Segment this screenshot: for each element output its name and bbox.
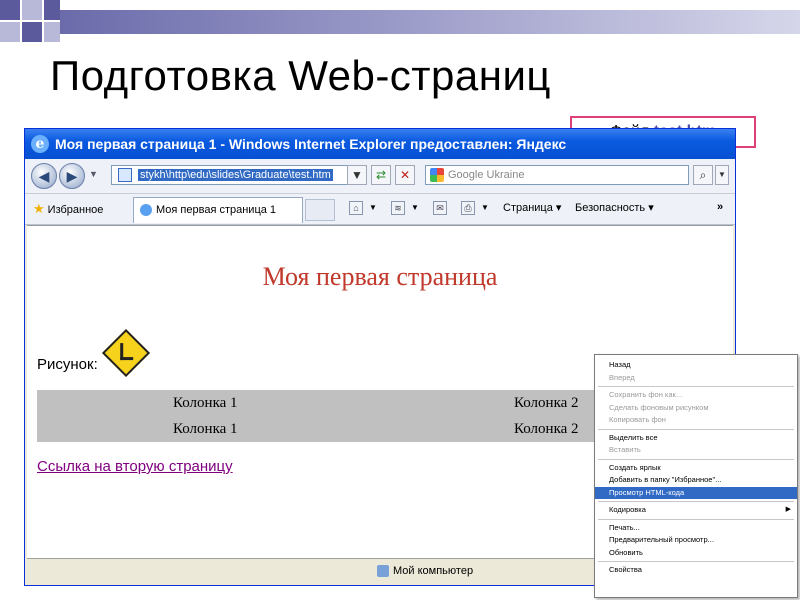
command-bar: ★ Избранное Моя первая страница 1 ⌂ ▼ ≋ ▼…: [25, 194, 735, 225]
stop-button[interactable]: ✕: [395, 165, 415, 185]
page-icon: [118, 168, 132, 183]
back-button[interactable]: ◀: [31, 163, 57, 189]
figure-label: Рисунок:: [37, 356, 98, 373]
forward-button[interactable]: ▶: [59, 163, 85, 189]
context-menu-item[interactable]: Свойства: [595, 564, 797, 577]
context-menu-item-label: Печать...: [609, 522, 640, 532]
context-menu-item[interactable]: Выделить все: [595, 432, 797, 445]
context-menu-item-label: Сделать фоновым рисунком: [609, 402, 709, 412]
menu-separator: [598, 501, 794, 502]
search-button[interactable]: ⌕: [693, 165, 713, 185]
home-dropdown-icon[interactable]: ▼: [369, 203, 377, 212]
deco-square: [44, 0, 60, 20]
search-options-button[interactable]: ▼: [715, 165, 729, 185]
context-menu-item-label: Добавить в папку "Избранное"...: [609, 475, 722, 484]
feeds-icon[interactable]: ≋: [391, 201, 405, 215]
context-menu-item: Копировать фон: [595, 414, 797, 427]
refresh-button[interactable]: ⇄: [371, 165, 391, 185]
context-menu-item: Вставить: [595, 444, 797, 457]
context-menu-item-label: Предварительный просмотр...: [609, 535, 714, 544]
context-menu: Назад Вперед Сохранить фон как... Сделать ф…: [594, 354, 798, 598]
menu-separator: [598, 428, 794, 430]
context-menu-item[interactable]: Обновить: [595, 547, 797, 560]
submenu-arrow-icon: ▶: [785, 506, 791, 513]
context-menu-item-label: Обновить: [609, 547, 643, 557]
context-menu-item-label: Сохранить фон как...: [609, 390, 683, 399]
context-menu-item: Сделать фоновым рисунком: [595, 402, 797, 415]
address-bar[interactable]: stykh\http\edu\slides\Graduate\test.htm: [111, 165, 365, 185]
table-cell: Колонка 1: [173, 394, 238, 411]
context-menu-item-label: Кодировка: [609, 505, 646, 514]
deco-square: [0, 0, 20, 20]
security-menu[interactable]: Безопасность ▾: [575, 201, 654, 214]
context-menu-item: Вперед: [595, 372, 797, 385]
address-dropdown-button[interactable]: ▼: [347, 165, 367, 185]
context-menu-item[interactable]: Добавить в папку "Избранное"...: [595, 474, 797, 487]
context-menu-item[interactable]: Назад: [595, 359, 797, 372]
google-icon: [430, 168, 444, 183]
context-menu-item[interactable]: Создать ярлык: [595, 462, 797, 475]
context-menu-item-label: Вставить: [609, 445, 641, 454]
context-menu-item-label: Копировать фон: [609, 415, 666, 424]
deco-square: [22, 22, 42, 42]
page-menu-label: Страница: [503, 202, 553, 214]
favorites-label: Избранное: [47, 204, 104, 216]
security-zone[interactable]: Мой компьютер: [377, 559, 473, 583]
star-icon: ★: [33, 201, 45, 216]
table-cell: Колонка 1: [173, 420, 238, 437]
address-input[interactable]: stykh\http\edu\slides\Graduate\test.htm: [138, 169, 333, 181]
context-menu-item[interactable]: Кодировка ▶: [595, 504, 797, 517]
context-menu-item[interactable]: Печать...: [595, 522, 797, 535]
context-menu-item-label: Создать ярлык: [609, 462, 661, 472]
deco-square: [44, 22, 60, 42]
favorites-button[interactable]: ★ Избранное: [33, 201, 103, 217]
context-menu-item: Сохранить фон как...: [595, 389, 797, 402]
computer-icon: [377, 565, 389, 578]
feeds-dropdown-icon[interactable]: ▼: [411, 203, 419, 212]
window-title: Моя первая страница 1 - Windows Internet…: [55, 136, 567, 152]
print-dropdown-icon[interactable]: ▼: [481, 203, 489, 212]
navigation-bar: ◀ ▶ ▼ stykh\http\edu\slides\Graduate\tes…: [25, 159, 735, 194]
context-menu-item[interactable]: Просмотр HTML-кода: [595, 486, 797, 499]
deco-title-band: [60, 10, 800, 34]
ie-logo-icon: e: [31, 135, 49, 153]
context-menu-item[interactable]: Предварительный просмотр...: [595, 534, 797, 547]
menu-separator: [598, 518, 794, 520]
road-work-sign-icon: [101, 328, 151, 378]
second-page-link[interactable]: Ссылка на вторую страницу: [37, 458, 233, 475]
context-menu-item-label: Свойства: [609, 565, 642, 574]
search-input[interactable]: Google Ukraine: [425, 165, 689, 185]
context-menu-item-label: Выделить все: [609, 432, 658, 442]
tab-label: Моя первая страница 1: [156, 204, 277, 216]
status-zone-label: Мой компьютер: [393, 565, 474, 577]
window-title-bar[interactable]: e Моя первая страница 1 - Windows Intern…: [25, 129, 735, 159]
slide-title: Подготовка Web-страниц: [50, 52, 551, 99]
menu-separator: [598, 561, 794, 562]
home-icon[interactable]: ⌂: [349, 201, 363, 215]
search-placeholder: Google Ukraine: [448, 169, 525, 181]
menu-separator: [598, 386, 794, 387]
new-tab-button[interactable]: [305, 199, 335, 221]
deco-square: [0, 22, 20, 42]
ie-tab-icon: [140, 204, 152, 217]
print-icon[interactable]: ⎙: [461, 201, 475, 215]
context-menu-item-label: Просмотр HTML-кода: [609, 487, 685, 497]
history-dropdown-icon[interactable]: ▼: [89, 169, 98, 179]
page-heading: Моя первая страница: [262, 262, 498, 291]
security-menu-label: Безопасность: [575, 202, 646, 214]
more-tools-chevron-icon[interactable]: »: [717, 201, 723, 213]
deco-square: [22, 0, 42, 20]
menu-separator: [598, 458, 794, 460]
page-menu[interactable]: Страница ▾: [503, 201, 561, 214]
context-menu-item-label: Назад: [609, 360, 631, 369]
tab-current[interactable]: Моя первая страница 1: [133, 197, 303, 223]
mail-icon[interactable]: ✉: [433, 201, 447, 215]
context-menu-item-label: Вперед: [609, 372, 635, 382]
